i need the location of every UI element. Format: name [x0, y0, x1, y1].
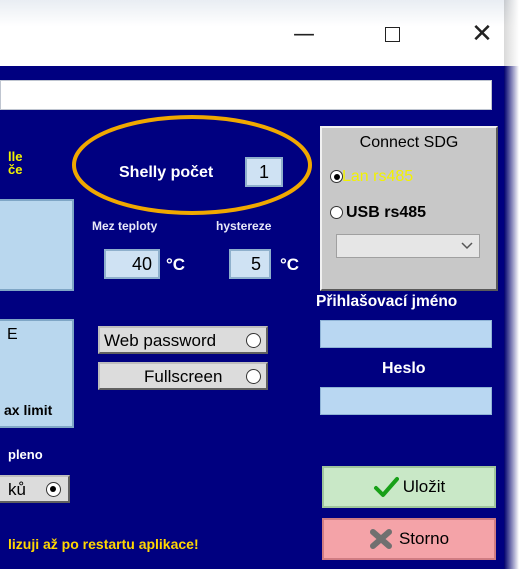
usb-label: USB rs485: [346, 204, 427, 221]
maximize-icon: [384, 26, 400, 42]
cut-radio-label: ků: [8, 480, 26, 499]
cut-box-top-text: E: [7, 326, 18, 343]
cut-box-bottom-text: ax limit: [4, 402, 53, 418]
left-cut-box-bottom[interactable]: E ax limit: [0, 319, 74, 428]
lan-label: Lan rs485: [342, 168, 414, 185]
fullscreen-label: Fullscreen: [144, 367, 223, 386]
restart-note: lizuji až po restartu aplikace!: [8, 536, 199, 552]
login-input[interactable]: [320, 320, 492, 348]
settings-window: — ✕ lle če E ax limit pleno ků Shelly po…: [0, 0, 519, 569]
window-shadow: [504, 0, 519, 569]
cancel-x-icon: [369, 529, 392, 549]
port-dropdown[interactable]: [336, 234, 480, 258]
radio-icon: [46, 482, 61, 497]
left-cut-box-top[interactable]: [0, 199, 74, 291]
radio-icon: [330, 206, 343, 219]
fullscreen-option[interactable]: Fullscreen: [98, 362, 268, 390]
close-icon: ✕: [471, 19, 493, 49]
web-password-option[interactable]: Web password: [98, 326, 268, 354]
mez-teploty-input[interactable]: 40: [104, 249, 160, 279]
radio-icon: [246, 369, 261, 384]
close-button[interactable]: ✕: [458, 18, 506, 50]
web-password-label: Web password: [104, 331, 217, 350]
cancel-button[interactable]: Storno: [322, 518, 496, 560]
login-label: Přihlašovací jméno: [316, 293, 458, 310]
connect-sdg-panel: Connect SDG Lan rs485 USB rs485: [320, 126, 498, 291]
minimize-icon: —: [293, 21, 315, 47]
top-input-field[interactable]: [0, 80, 492, 110]
hyst-unit: °C: [280, 255, 300, 274]
mez-unit: °C: [166, 255, 186, 274]
cut-label-3: pleno: [8, 447, 43, 462]
maximize-button[interactable]: [368, 18, 416, 50]
password-input[interactable]: [320, 387, 492, 415]
chevron-down-icon: [461, 242, 473, 250]
password-label: Heslo: [382, 360, 426, 377]
highlight-ellipse: [72, 115, 312, 215]
checkmark-icon: [373, 477, 399, 497]
save-button[interactable]: Uložit: [322, 466, 496, 508]
cancel-label: Storno: [398, 529, 450, 548]
radio-icon: [246, 333, 261, 348]
mez-teploty-label: Mez teploty: [92, 219, 158, 233]
hystereze-input[interactable]: 5: [229, 249, 271, 279]
connect-sdg-title: Connect SDG: [359, 134, 459, 151]
save-label: Uložit: [402, 477, 446, 496]
minimize-button[interactable]: —: [280, 18, 328, 50]
title-bar: — ✕: [0, 0, 519, 66]
cut-label-2: če: [8, 162, 23, 177]
hystereze-label: hystereze: [216, 219, 272, 233]
cut-radio-option[interactable]: ků: [0, 475, 70, 503]
